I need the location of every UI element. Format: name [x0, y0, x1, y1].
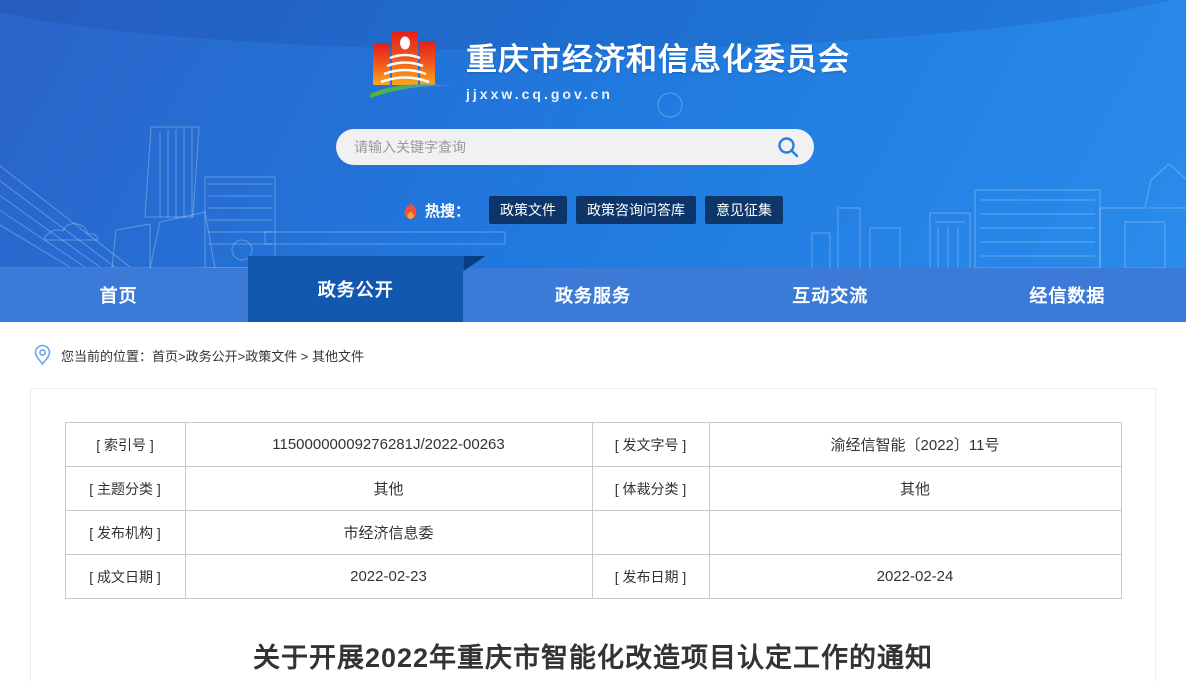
- breadcrumb-path[interactable]: 首页>政务公开>政策文件 > 其他文件: [152, 346, 364, 365]
- table-row: [ 主题分类 ] 其他 [ 体裁分类 ] 其他: [65, 467, 1121, 511]
- breadcrumb: 您当前的位置： 首页>政务公开>政策文件 > 其他文件: [0, 322, 1186, 388]
- meta-value-index-no: 11500000009276281J/2022-00263: [185, 423, 592, 467]
- hot-search-row: 热搜： 政策文件 政策咨询问答库 意见征集: [0, 196, 1186, 224]
- table-row: [ 索引号 ] 11500000009276281J/2022-00263 [ …: [65, 423, 1121, 467]
- nav-item-home[interactable]: 首页: [0, 268, 237, 322]
- document-meta-table: [ 索引号 ] 11500000009276281J/2022-00263 [ …: [65, 422, 1122, 599]
- search-button[interactable]: [776, 135, 800, 159]
- meta-label-written-date: [ 成文日期 ]: [65, 555, 185, 599]
- meta-value-issuing-agency: 市经济信息委: [185, 511, 592, 555]
- hot-tag-policy-files[interactable]: 政策文件: [489, 196, 567, 224]
- hot-search-label: 热搜：: [425, 200, 470, 221]
- site-title-block: 重庆市经济和信息化委员会 jjxxw.cq.gov.cn: [466, 28, 850, 102]
- location-pin-icon: [33, 344, 52, 366]
- meta-label-empty: [592, 511, 709, 555]
- nav-item-interaction[interactable]: 互动交流: [712, 268, 949, 322]
- nav-item-data[interactable]: 经信数据: [949, 268, 1186, 322]
- site-name[interactable]: 重庆市经济和信息化委员会: [466, 34, 850, 79]
- meta-label-publish-date: [ 发布日期 ]: [592, 555, 709, 599]
- hot-tag-policy-qa[interactable]: 政策咨询问答库: [576, 196, 696, 224]
- hot-search-label-wrap: 热搜：: [403, 200, 470, 221]
- search-box: [336, 129, 814, 165]
- site-url: jjxxw.cq.gov.cn: [466, 86, 850, 102]
- main-nav: 首页 政务公开 政务服务 互动交流 经信数据: [0, 268, 1186, 322]
- nav-item-gov-info[interactable]: 政务公开: [237, 268, 474, 322]
- meta-label-issuing-agency: [ 发布机构 ]: [65, 511, 185, 555]
- nav-item-gov-info-label: 政务公开: [318, 276, 394, 302]
- meta-value-publish-date: 2022-02-24: [709, 555, 1121, 599]
- document-card: [ 索引号 ] 11500000009276281J/2022-00263 [ …: [30, 388, 1156, 681]
- meta-label-doc-no: [ 发文字号 ]: [592, 423, 709, 467]
- document-title: 关于开展2022年重庆市智能化改造项目认定工作的通知: [31, 636, 1155, 675]
- meta-label-index-no: [ 索引号 ]: [65, 423, 185, 467]
- flame-icon: [403, 201, 418, 220]
- meta-value-doc-no: 渝经信智能〔2022〕11号: [709, 423, 1121, 467]
- nav-item-gov-services-label: 政务服务: [555, 282, 631, 308]
- table-row: [ 成文日期 ] 2022-02-23 [ 发布日期 ] 2022-02-24: [65, 555, 1121, 599]
- nav-item-interaction-label: 互动交流: [792, 282, 868, 308]
- nav-item-data-label: 经信数据: [1029, 282, 1105, 308]
- search-icon: [777, 136, 799, 158]
- table-row: [ 发布机构 ] 市经济信息委: [65, 511, 1121, 555]
- meta-label-genre-category: [ 体裁分类 ]: [592, 467, 709, 511]
- hot-tag-opinion-collection[interactable]: 意见征集: [705, 196, 783, 224]
- nav-item-home-label: 首页: [100, 282, 138, 308]
- banner-cityscape-art: [0, 72, 1186, 272]
- site-logo-icon[interactable]: [368, 28, 454, 100]
- site-banner: 重庆市经济和信息化委员会 jjxxw.cq.gov.cn 热搜： 政策文件 政策…: [0, 0, 1186, 322]
- meta-value-genre-category: 其他: [709, 467, 1121, 511]
- meta-label-topic-category: [ 主题分类 ]: [65, 467, 185, 511]
- meta-value-written-date: 2022-02-23: [185, 555, 592, 599]
- site-header: 重庆市经济和信息化委员会 jjxxw.cq.gov.cn: [368, 28, 850, 102]
- meta-value-topic-category: 其他: [185, 467, 592, 511]
- meta-value-empty: [709, 511, 1121, 555]
- nav-item-gov-services[interactable]: 政务服务: [474, 268, 711, 322]
- search-input[interactable]: [354, 139, 776, 155]
- breadcrumb-prefix: 您当前的位置：: [61, 346, 152, 365]
